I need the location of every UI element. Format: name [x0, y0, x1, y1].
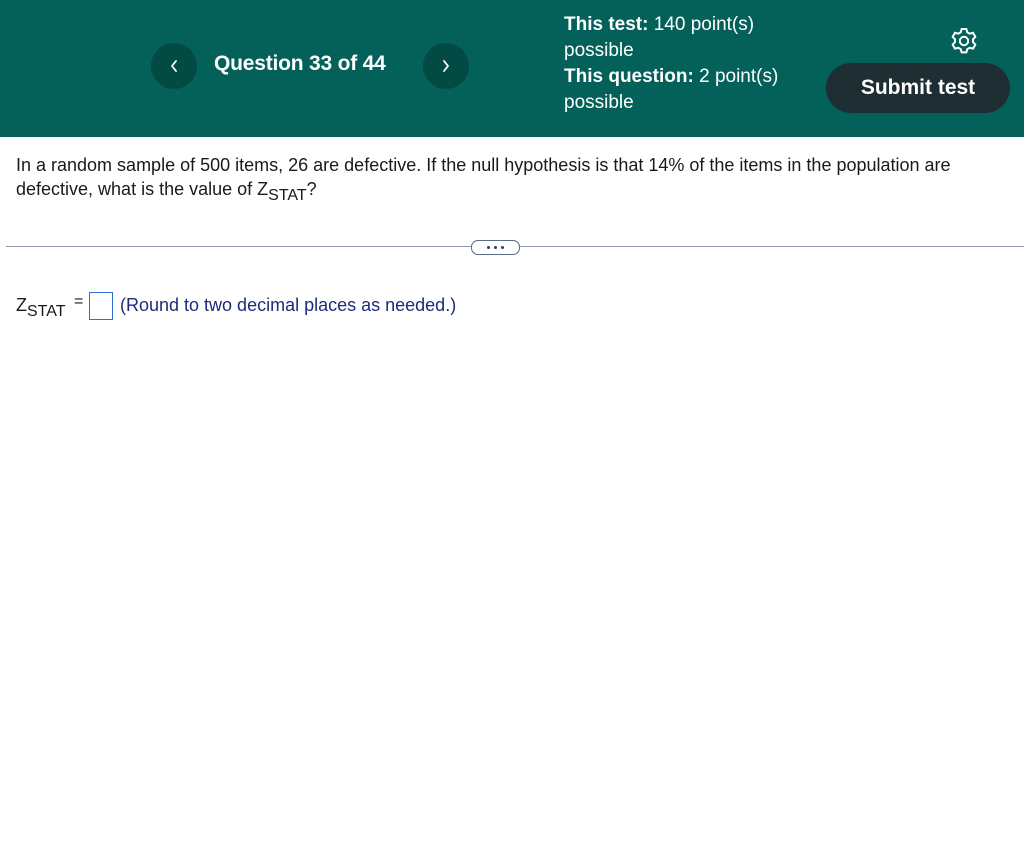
- question-text: In a random sample of 500 items, 26 are …: [16, 153, 1006, 204]
- previous-question-button[interactable]: [151, 43, 197, 89]
- rounding-hint: (Round to two decimal places as needed.): [120, 295, 457, 315]
- dot-icon: [487, 246, 490, 249]
- top-bar: Question 33 of 44 This test: 140 point(s…: [0, 0, 1024, 137]
- answer-var: Z: [16, 295, 27, 315]
- chevron-right-icon: [443, 60, 449, 72]
- test-points-label: This test:: [564, 14, 649, 35]
- question-end: ?: [306, 179, 317, 199]
- question-points-label: This question:: [564, 66, 694, 87]
- next-question-button[interactable]: [423, 43, 469, 89]
- points-info: This test: 140 point(s) possible This qu…: [564, 12, 794, 116]
- dot-icon: [501, 246, 504, 249]
- dot-icon: [494, 246, 497, 249]
- question-body: In a random sample of 500 items, 26 are …: [16, 155, 951, 199]
- chevron-left-icon: [171, 60, 177, 72]
- settings-button[interactable]: [948, 25, 980, 57]
- gear-icon: [951, 28, 977, 54]
- answer-var-subscript: STAT: [27, 303, 66, 320]
- question-subscript: STAT: [268, 187, 307, 204]
- answer-variable: ZSTAT: [16, 295, 66, 320]
- submit-test-button[interactable]: Submit test: [826, 63, 1010, 113]
- equals-sign: =: [74, 293, 84, 310]
- expand-more-button[interactable]: [471, 240, 520, 255]
- answer-input[interactable]: [89, 292, 113, 320]
- question-counter: Question 33 of 44: [214, 52, 386, 75]
